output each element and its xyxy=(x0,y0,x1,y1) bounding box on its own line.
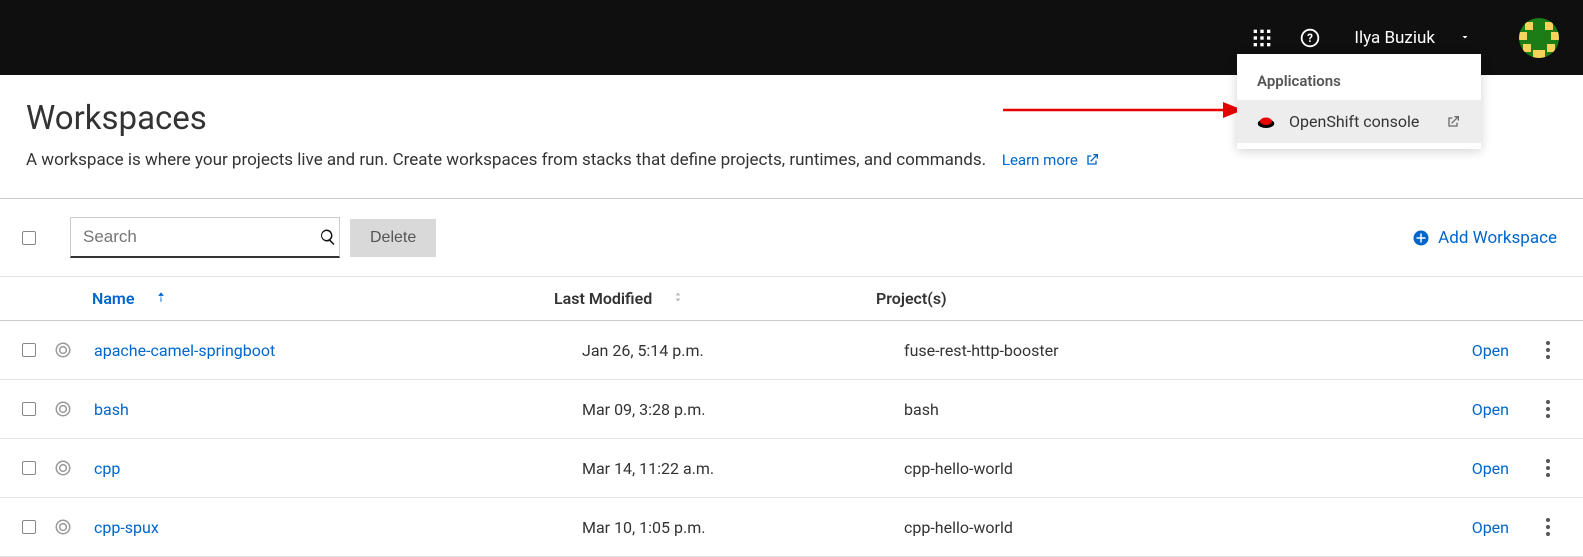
applications-dropdown: Applications OpenShift console xyxy=(1237,54,1481,149)
dropdown-header: Applications xyxy=(1237,54,1481,100)
row-actions-menu[interactable] xyxy=(1539,457,1557,479)
apps-grid-icon[interactable] xyxy=(1252,28,1272,48)
last-modified-cell: Mar 09, 3:28 p.m. xyxy=(582,400,904,419)
select-all-checkbox[interactable] xyxy=(22,231,36,245)
delete-button[interactable]: Delete xyxy=(350,219,436,257)
sort-asc-icon xyxy=(154,290,168,308)
status-indicator xyxy=(54,400,82,418)
col-header-name[interactable]: Name xyxy=(54,289,554,308)
chevron-down-icon xyxy=(1459,28,1471,48)
search-input[interactable] xyxy=(70,217,316,258)
avatar[interactable] xyxy=(1519,18,1559,58)
row-checkbox[interactable] xyxy=(22,343,36,357)
redhat-icon xyxy=(1257,115,1275,129)
workspace-name-link[interactable]: apache-camel-springboot xyxy=(94,341,275,360)
open-workspace-link[interactable]: Open xyxy=(1472,400,1509,419)
projects-cell: cpp-hello-world xyxy=(904,518,1447,537)
topbar: ? Ilya Buziuk Applications OpenShift con… xyxy=(0,0,1583,75)
sort-icon xyxy=(672,289,684,308)
table-row: apache-camel-springboot Jan 26, 5:14 p.m… xyxy=(0,321,1583,380)
external-link-icon xyxy=(1084,152,1100,168)
projects-cell: cpp-hello-world xyxy=(904,459,1447,478)
row-actions-menu[interactable] xyxy=(1539,516,1557,538)
projects-cell: fuse-rest-http-booster xyxy=(904,341,1447,360)
last-modified-cell: Mar 10, 1:05 p.m. xyxy=(582,518,904,537)
help-icon[interactable]: ? xyxy=(1300,28,1320,48)
workspace-name-link[interactable]: cpp-spux xyxy=(94,518,159,537)
table-row: bash Mar 09, 3:28 p.m. bash Open xyxy=(0,380,1583,439)
last-modified-cell: Mar 14, 11:22 a.m. xyxy=(582,459,904,478)
openshift-console-link[interactable]: OpenShift console xyxy=(1237,100,1481,143)
row-checkbox[interactable] xyxy=(22,461,36,475)
col-modified-label: Last Modified xyxy=(554,289,652,308)
user-menu[interactable]: Ilya Buziuk xyxy=(1354,28,1471,48)
open-workspace-link[interactable]: Open xyxy=(1472,518,1509,537)
status-ring-icon xyxy=(54,400,72,418)
svg-text:?: ? xyxy=(1307,31,1313,45)
col-name-label: Name xyxy=(92,289,134,308)
col-header-projects[interactable]: Project(s) xyxy=(876,289,1447,308)
status-indicator xyxy=(54,518,82,536)
learn-more-label: Learn more xyxy=(1002,151,1078,169)
row-checkbox[interactable] xyxy=(22,402,36,416)
page-description-row: A workspace is where your projects live … xyxy=(26,150,1557,170)
last-modified-cell: Jan 26, 5:14 p.m. xyxy=(582,341,904,360)
search-button[interactable] xyxy=(316,217,340,258)
plus-circle-icon xyxy=(1412,229,1430,247)
row-checkbox[interactable] xyxy=(22,520,36,534)
user-name: Ilya Buziuk xyxy=(1354,28,1435,48)
col-header-modified[interactable]: Last Modified xyxy=(554,289,876,308)
row-actions-menu[interactable] xyxy=(1539,398,1557,420)
table-row: cpp Mar 14, 11:22 a.m. cpp-hello-world O… xyxy=(0,439,1583,498)
projects-cell: bash xyxy=(904,400,1447,419)
status-ring-icon xyxy=(54,518,72,536)
dropdown-item-label: OpenShift console xyxy=(1289,112,1445,131)
open-workspace-link[interactable]: Open xyxy=(1472,459,1509,478)
workspaces-table: Name Last Modified Project(s) apache-cam… xyxy=(0,277,1583,557)
col-projects-label: Project(s) xyxy=(876,289,947,308)
open-workspace-link[interactable]: Open xyxy=(1472,341,1509,360)
page-description: A workspace is where your projects live … xyxy=(26,150,986,170)
search-icon xyxy=(319,228,337,246)
workspace-name-link[interactable]: bash xyxy=(94,400,129,419)
toolbar: Delete Add Workspace xyxy=(0,199,1583,277)
status-indicator xyxy=(54,459,82,477)
add-workspace-button[interactable]: Add Workspace xyxy=(1412,228,1557,248)
row-actions-menu[interactable] xyxy=(1539,339,1557,361)
workspace-name-link[interactable]: cpp xyxy=(94,459,120,478)
status-indicator xyxy=(54,341,82,359)
table-row: cpp-spux Mar 10, 1:05 p.m. cpp-hello-wor… xyxy=(0,498,1583,557)
learn-more-link[interactable]: Learn more xyxy=(1002,151,1100,169)
table-header: Name Last Modified Project(s) xyxy=(0,277,1583,321)
status-ring-icon xyxy=(54,459,72,477)
add-workspace-label: Add Workspace xyxy=(1438,228,1557,248)
search-box xyxy=(70,217,340,258)
status-ring-icon xyxy=(54,341,72,359)
external-link-icon xyxy=(1445,114,1461,130)
